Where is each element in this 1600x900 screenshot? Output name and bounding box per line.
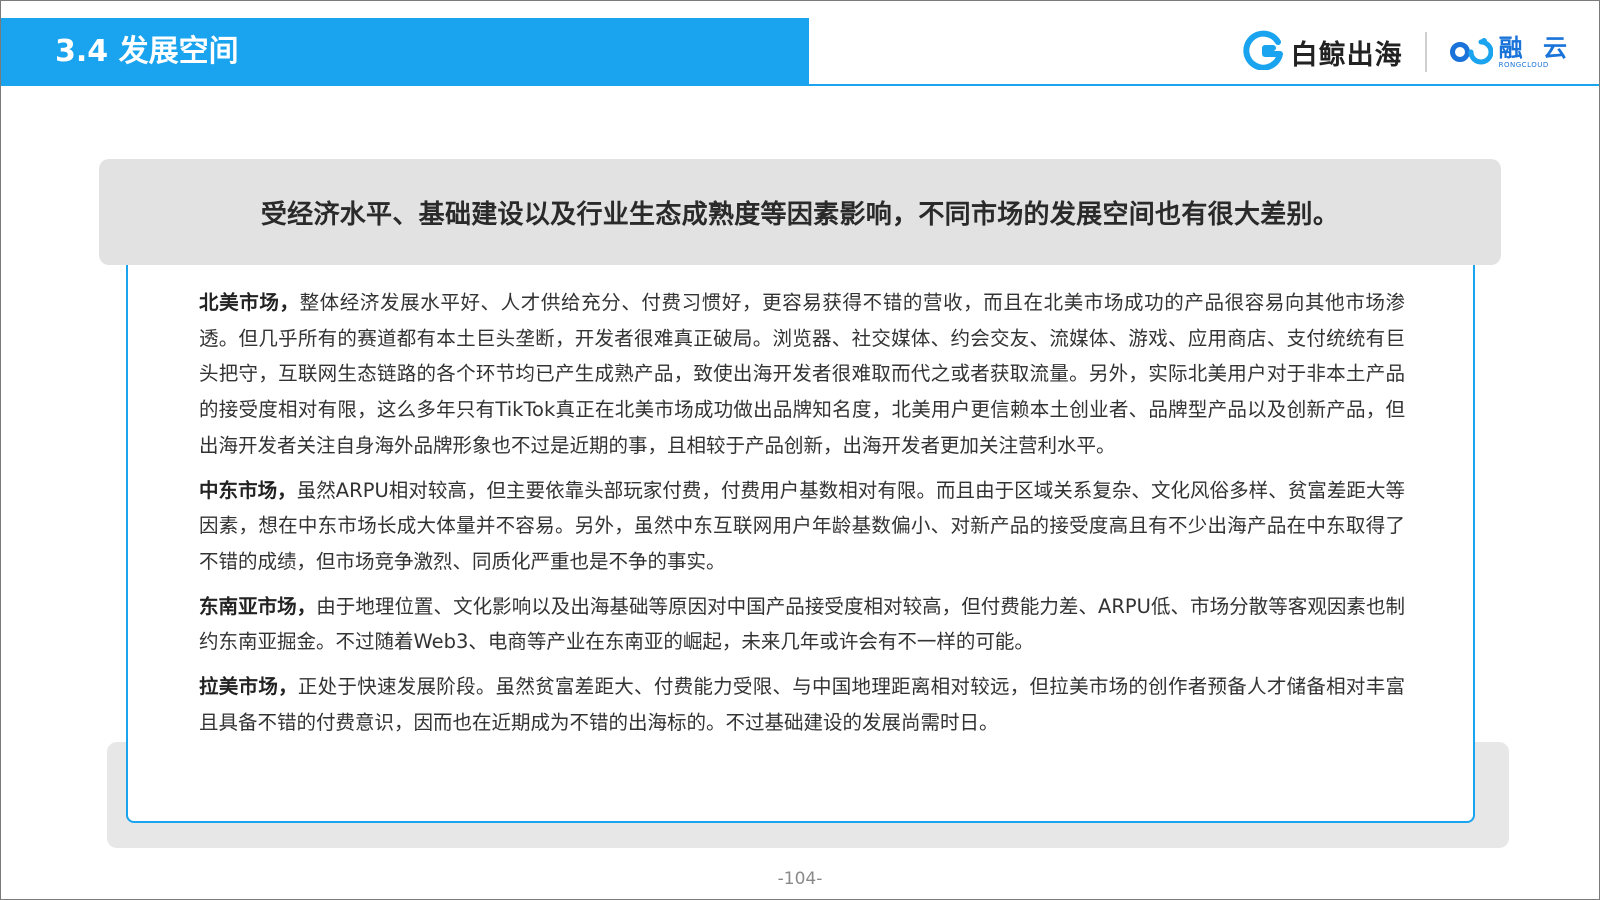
paragraph-body: 虽然ARPU相对较高，但主要依靠头部玩家付费，付费用户基数相对有限。而且由于区域…	[199, 478, 1405, 573]
whale-logo-icon	[1242, 30, 1283, 74]
paragraph-lead: 北美市场，	[199, 291, 300, 314]
paragraph-lead: 东南亚市场，	[199, 594, 317, 618]
slide-page: 3.4 发展空间 白鲸出海 融 云 RONGCLOUD 受经济水平、基础建设以及…	[0, 0, 1600, 900]
paragraph-middle-east: 中东市场，虽然ARPU相对较高，但主要依靠头部玩家付费，付费用户基数相对有限。而…	[199, 473, 1405, 580]
market-paragraphs: 北美市场，整体经济发展水平好、人才供给充分、付费习惯好，更容易获得不错的营收，而…	[199, 285, 1405, 749]
paragraph-southeast-asia: 东南亚市场，由于地理位置、文化影响以及出海基础等原因对中国产品接受度相对较高，但…	[199, 589, 1405, 660]
logo-rongcloud-en: RONGCLOUD	[1498, 60, 1549, 69]
logo-rongcloud-text: 融 云 RONGCLOUD	[1499, 35, 1573, 70]
paragraph-latin-america: 拉美市场，正处于快速发展阶段。虽然贫富差距大、付费能力受限、与中国地理距离相对较…	[199, 669, 1405, 740]
paragraph-body: 正处于快速发展阶段。虽然贫富差距大、付费能力受限、与中国地理距离相对较远，但拉美…	[199, 675, 1405, 734]
summary-box: 受经济水平、基础建设以及行业生态成熟度等因素影响，不同市场的发展空间也有很大差别…	[99, 159, 1501, 265]
paragraph-lead: 中东市场，	[199, 478, 297, 502]
section-title: 3.4 发展空间	[55, 34, 239, 69]
logo-rongcloud: 融 云 RONGCLOUD	[1449, 35, 1573, 70]
page-number: -104-	[777, 869, 823, 889]
logo-area: 白鲸出海 融 云 RONGCLOUD	[1242, 27, 1573, 77]
paragraph-lead: 拉美市场，	[199, 675, 298, 699]
paragraph-body: 由于地理位置、文化影响以及出海基础等原因对中国产品接受度相对较高，但付费能力差、…	[199, 594, 1405, 654]
logo-rongcloud-cn: 融 云	[1498, 33, 1573, 62]
paragraph-body: 整体经济发展水平好、人才供给充分、付费习惯好，更容易获得不错的营收，而且在北美市…	[199, 291, 1405, 457]
summary-text: 受经济水平、基础建设以及行业生态成熟度等因素影响，不同市场的发展空间也有很大差别…	[260, 199, 1340, 230]
header-underline	[809, 84, 1599, 86]
paragraph-north-america: 北美市场，整体经济发展水平好、人才供给充分、付费习惯好，更容易获得不错的营收，而…	[199, 285, 1405, 464]
logo-whale: 白鲸出海	[1242, 30, 1403, 74]
rongcloud-logo-icon	[1449, 35, 1494, 69]
logo-whale-text: 白鲸出海	[1290, 39, 1403, 71]
logo-divider	[1424, 32, 1427, 72]
